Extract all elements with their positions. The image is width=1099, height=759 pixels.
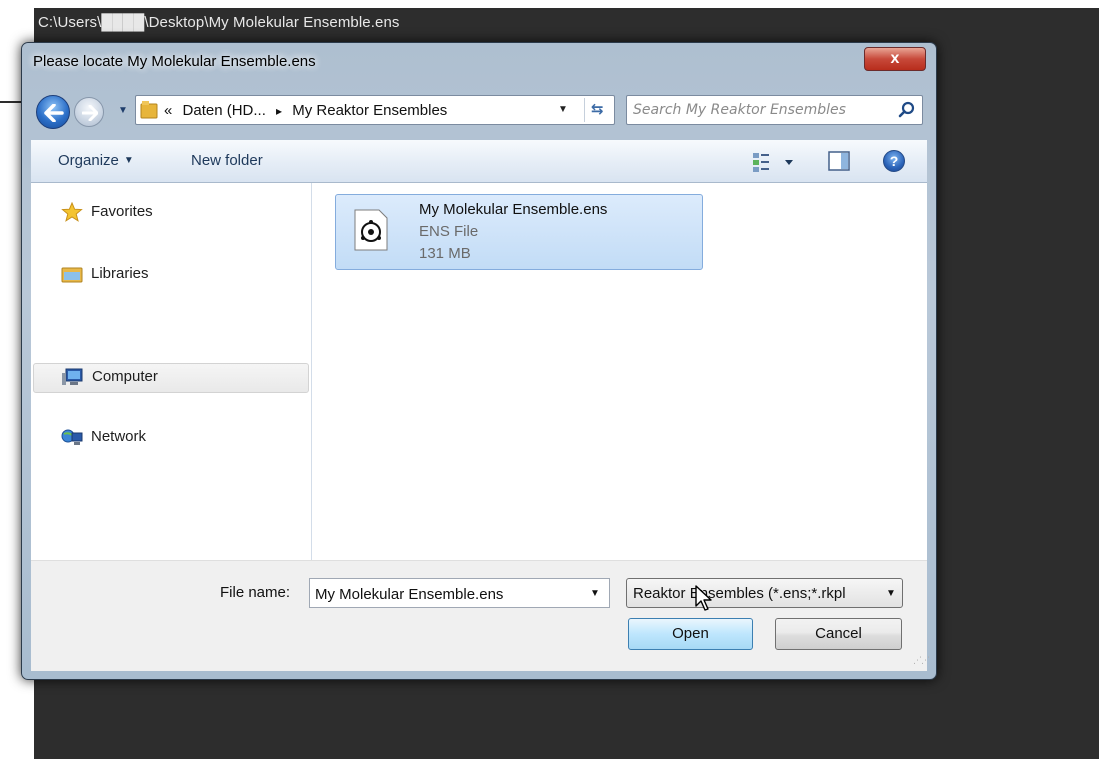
address-dropdown-icon[interactable]: ▼ (558, 104, 568, 115)
forward-button[interactable] (74, 97, 104, 127)
new-folder-button[interactable]: New folder (191, 152, 263, 169)
file-name-dropdown-icon[interactable]: ▼ (590, 588, 600, 599)
dialog-title: Please locate My Molekular Ensemble.ens (33, 53, 316, 70)
command-toolbar: Organize ▼ New folder ? (31, 140, 927, 183)
file-name-input[interactable] (315, 583, 575, 605)
back-arrow-icon (44, 104, 64, 122)
change-view-icon[interactable] (752, 151, 798, 173)
forward-arrow-icon (82, 105, 98, 121)
nav-item-computer[interactable]: Computer (33, 363, 309, 393)
search-input[interactable] (633, 99, 891, 121)
file-name: My Molekular Ensemble.ens (419, 201, 608, 218)
folder-icon (140, 101, 158, 119)
organize-menu[interactable]: Organize ▼ (58, 152, 134, 169)
search-icon[interactable] (897, 100, 917, 120)
file-size: 131 MB (419, 245, 471, 262)
file-name-combo[interactable]: ▼ (309, 578, 610, 608)
open-button[interactable]: Open (628, 618, 753, 650)
refresh-button[interactable]: ⇆ (584, 98, 612, 122)
open-file-dialog: Please locate My Molekular Ensemble.ens … (21, 42, 937, 680)
cancel-button[interactable]: Cancel (775, 618, 902, 650)
navigation-pane: Favorites Libraries Computer Network (31, 183, 312, 560)
close-button[interactable]: x (864, 47, 926, 71)
recent-pages-dropdown[interactable]: ▼ (118, 105, 128, 116)
computer-icon (62, 368, 83, 385)
help-button[interactable]: ? (883, 150, 905, 172)
preview-pane-icon[interactable] (828, 151, 850, 171)
breadcrumb-separator-icon[interactable]: ▸ (276, 104, 282, 118)
ens-file-icon (354, 209, 388, 251)
breadcrumb-drive[interactable]: Daten (HD... (183, 102, 266, 119)
file-type-filter[interactable]: Reaktor Ensembles (*.ens;*.rkpl ▼ (626, 578, 903, 608)
file-type: ENS File (419, 223, 479, 240)
content-area: Favorites Libraries Computer Network My … (31, 183, 927, 560)
refresh-icon: ⇆ (591, 101, 604, 118)
file-name-label: File name: (220, 584, 291, 601)
resize-grip-icon[interactable]: ⋰⋰ (913, 655, 930, 666)
file-item[interactable]: My Molekular Ensemble.ens ENS File 131 M… (335, 194, 703, 270)
network-icon (61, 429, 83, 445)
mouse-cursor-icon (695, 585, 712, 611)
back-button[interactable] (36, 95, 70, 129)
organize-caret-icon: ▼ (123, 155, 134, 166)
file-type-dropdown-icon[interactable]: ▼ (886, 588, 896, 599)
search-box[interactable] (626, 95, 923, 125)
file-type-filter-value: Reaktor Ensembles (*.ens;*.rkpl (633, 585, 846, 602)
address-bar[interactable]: « Daten (HD... ▸ My Reaktor Ensembles ▼ … (135, 95, 615, 125)
breadcrumb-current-folder[interactable]: My Reaktor Ensembles (292, 102, 447, 119)
library-icon (61, 267, 83, 283)
star-icon (61, 202, 83, 222)
host-file-path: C:\Users\████\Desktop\My Molekular Ensem… (38, 14, 400, 31)
bottom-panel: File name: ▼ Reaktor Ensembles (*.ens;*.… (31, 560, 930, 671)
breadcrumb-overflow[interactable]: « (164, 102, 172, 119)
